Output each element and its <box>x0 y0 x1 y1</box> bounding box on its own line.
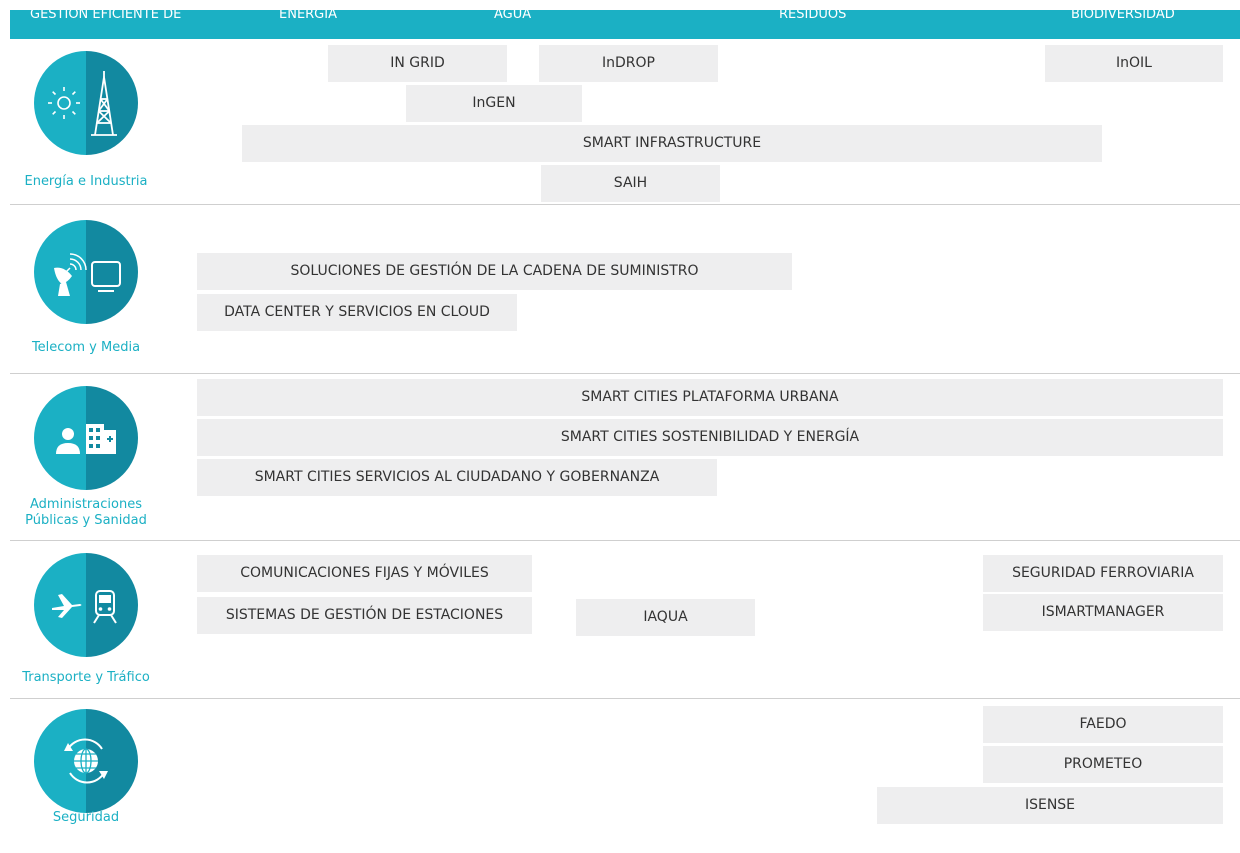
satellite-dish-and-screen-icon <box>34 220 138 324</box>
sector-divider <box>10 204 1240 205</box>
solution-smart-cities-plataforma[interactable]: SMART CITIES PLATAFORMA URBANA <box>197 379 1223 416</box>
sector-label-administraciones: Administraciones Públicas y Sanidad <box>0 497 172 529</box>
header-agua: AGUA <box>494 7 532 22</box>
sector-label-line: Públicas y Sanidad <box>25 513 147 528</box>
solution-iaqua[interactable]: IAQUA <box>576 599 755 636</box>
sector-divider <box>10 540 1240 541</box>
header-residuos: RESIDUOS <box>779 7 847 22</box>
solutions-matrix: GESTIÓN EFICIENTE DE ENERGÍA AGUA RESIDU… <box>0 0 1240 853</box>
solution-comunicaciones-fijas-moviles[interactable]: COMUNICACIONES FIJAS Y MÓVILES <box>197 555 532 592</box>
solution-sistemas-gestion-estaciones[interactable]: SISTEMAS DE GESTIÓN DE ESTACIONES <box>197 597 532 634</box>
solution-ingen[interactable]: InGEN <box>406 85 582 122</box>
solution-in-grid[interactable]: IN GRID <box>328 45 507 82</box>
sector-divider <box>10 373 1240 374</box>
sector-label-energia-industria: Energía e Industria <box>24 174 148 189</box>
solution-indrop[interactable]: InDROP <box>539 45 718 82</box>
airplane-and-train-icon <box>34 553 138 657</box>
solution-inoil[interactable]: InOIL <box>1045 45 1223 82</box>
solution-data-center-cloud[interactable]: DATA CENTER Y SERVICIOS EN CLOUD <box>197 294 517 331</box>
header-biodiversidad: BIODIVERSIDAD <box>1071 7 1175 22</box>
sector-label-telecom-media: Telecom y Media <box>31 340 141 355</box>
solution-ismartmanager[interactable]: ISMARTMANAGER <box>983 594 1223 631</box>
sector-label-line: Administraciones <box>30 497 142 512</box>
sector-label-transporte-trafico: Transporte y Tráfico <box>22 670 150 685</box>
header-energia: ENERGÍA <box>279 7 337 22</box>
solution-prometeo[interactable]: PROMETEO <box>983 746 1223 783</box>
solution-smart-infrastructure[interactable]: SMART INFRASTRUCTURE <box>242 125 1102 162</box>
globe-arrows-icon <box>34 709 138 813</box>
solution-cadena-suministro[interactable]: SOLUCIONES DE GESTIÓN DE LA CADENA DE SU… <box>197 253 792 290</box>
header-gestion-eficiente: GESTIÓN EFICIENTE DE <box>30 7 182 22</box>
solution-faedo[interactable]: FAEDO <box>983 706 1223 743</box>
sun-and-oil-derrick-icon <box>34 51 138 155</box>
solution-isense[interactable]: ISENSE <box>877 787 1223 824</box>
solution-seguridad-ferroviaria[interactable]: SEGURIDAD FERROVIARIA <box>983 555 1223 592</box>
solution-saih[interactable]: SAIH <box>541 165 720 202</box>
doctor-and-hospital-icon <box>34 386 138 490</box>
sector-divider <box>10 698 1240 699</box>
solution-smart-cities-servicios[interactable]: SMART CITIES SERVICIOS AL CIUDADANO Y GO… <box>197 459 717 496</box>
header-bar <box>10 10 1240 39</box>
sector-label-seguridad: Seguridad <box>52 810 120 825</box>
solution-smart-cities-sostenibilidad[interactable]: SMART CITIES SOSTENIBILIDAD Y ENERGÍA <box>197 419 1223 456</box>
